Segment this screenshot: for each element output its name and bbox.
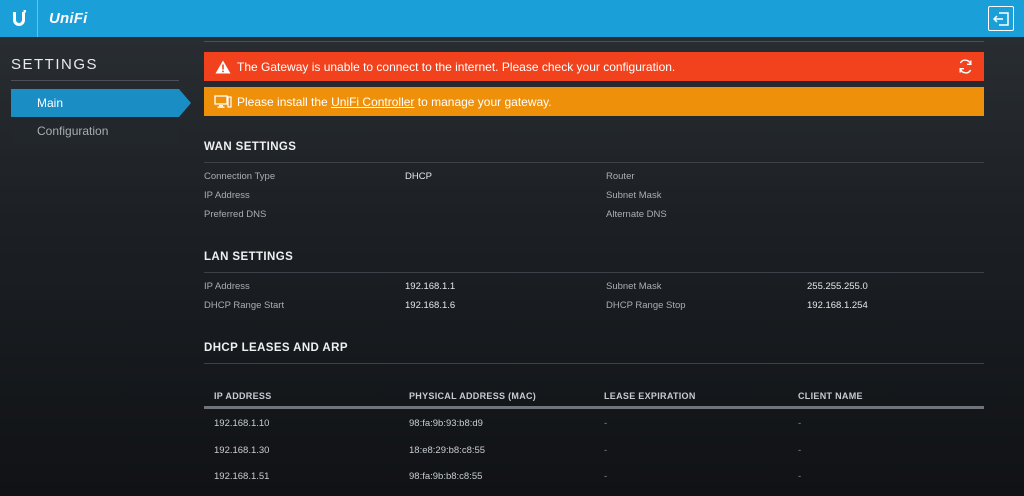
- wan-subnet-label: Subnet Mask: [606, 190, 662, 201]
- column-header-mac[interactable]: PHYSICAL ADDRESS (MAC): [409, 391, 536, 401]
- lan-divider: [204, 272, 984, 273]
- lan-subnet-value: 255.255.255.0: [807, 281, 868, 292]
- wan-ip-label: IP Address: [204, 190, 250, 201]
- sidebar-divider: [11, 80, 179, 81]
- column-header-lease-expiration[interactable]: LEASE EXPIRATION: [604, 391, 696, 401]
- lan-subnet-label: Subnet Mask: [606, 281, 662, 292]
- lan-range-start-label: DHCP Range Start: [204, 300, 285, 311]
- top-bar: UniFi: [0, 0, 1024, 37]
- column-header-ip[interactable]: IP ADDRESS: [214, 391, 272, 401]
- lan-settings-title: LAN SETTINGS: [204, 251, 294, 263]
- monitor-icon: [214, 93, 232, 111]
- sidebar-item-main[interactable]: Main: [11, 89, 191, 117]
- sidebar-item-configuration[interactable]: Configuration: [11, 117, 179, 145]
- lan-range-start-value: 192.168.1.6: [405, 300, 456, 311]
- unifi-controller-link[interactable]: UniFi Controller: [331, 95, 414, 109]
- unifi-logo[interactable]: UniFi: [49, 10, 88, 27]
- row-expiration: -: [604, 418, 608, 429]
- row-client: -: [798, 471, 802, 482]
- wan-divider: [204, 162, 984, 163]
- wan-alternate-dns-label: Alternate DNS: [606, 209, 667, 220]
- lan-range-stop-label: DHCP Range Stop: [606, 300, 686, 311]
- logout-button[interactable]: [988, 6, 1014, 31]
- ubiquiti-u-icon[interactable]: [0, 0, 38, 37]
- wan-settings-title: WAN SETTINGS: [204, 141, 297, 153]
- row-expiration: -: [604, 445, 608, 456]
- row-ip: 192.168.1.10: [214, 418, 270, 429]
- lan-ip-value: 192.168.1.1: [405, 281, 456, 292]
- wan-connection-type-label: Connection Type: [204, 171, 276, 182]
- refresh-icon[interactable]: [957, 58, 974, 75]
- wan-connection-type-value: DHCP: [405, 171, 432, 182]
- wan-router-label: Router: [606, 171, 635, 182]
- top-divider: [204, 41, 984, 42]
- row-ip: 192.168.1.51: [214, 471, 270, 482]
- leases-divider: [204, 363, 984, 364]
- row-mac: 98:fa:9b:93:b8:d9: [409, 418, 483, 429]
- row-client: -: [798, 418, 802, 429]
- logout-icon: [993, 11, 1009, 26]
- sidebar-title: SETTINGS: [11, 56, 99, 73]
- error-alert-text: The Gateway is unable to connect to the …: [237, 59, 676, 74]
- sidebar: SETTINGS Main Configuration: [0, 37, 192, 496]
- row-ip: 192.168.1.30: [214, 445, 270, 456]
- column-header-client-name[interactable]: CLIENT NAME: [798, 391, 863, 401]
- row-client: -: [798, 445, 802, 456]
- warn-alert-suffix: to manage your gateway.: [414, 94, 552, 109]
- warn-alert-prefix: Please install the: [237, 94, 332, 109]
- table-header-divider: [204, 406, 984, 409]
- lan-range-stop-value: 192.168.1.254: [807, 300, 868, 311]
- wan-preferred-dns-label: Preferred DNS: [204, 209, 267, 220]
- install-controller-alert: Please install the UniFi Controller to m…: [204, 87, 984, 116]
- row-expiration: -: [604, 471, 608, 482]
- row-mac: 98:fa:9b:b8:c8:55: [409, 471, 483, 482]
- lan-ip-label: IP Address: [204, 281, 250, 292]
- warning-triangle-icon: [214, 58, 232, 76]
- row-mac: 18:e8:29:b8:c8:55: [409, 445, 486, 456]
- dhcp-leases-title: DHCP LEASES AND ARP: [204, 342, 348, 354]
- gateway-error-alert: The Gateway is unable to connect to the …: [204, 52, 984, 81]
